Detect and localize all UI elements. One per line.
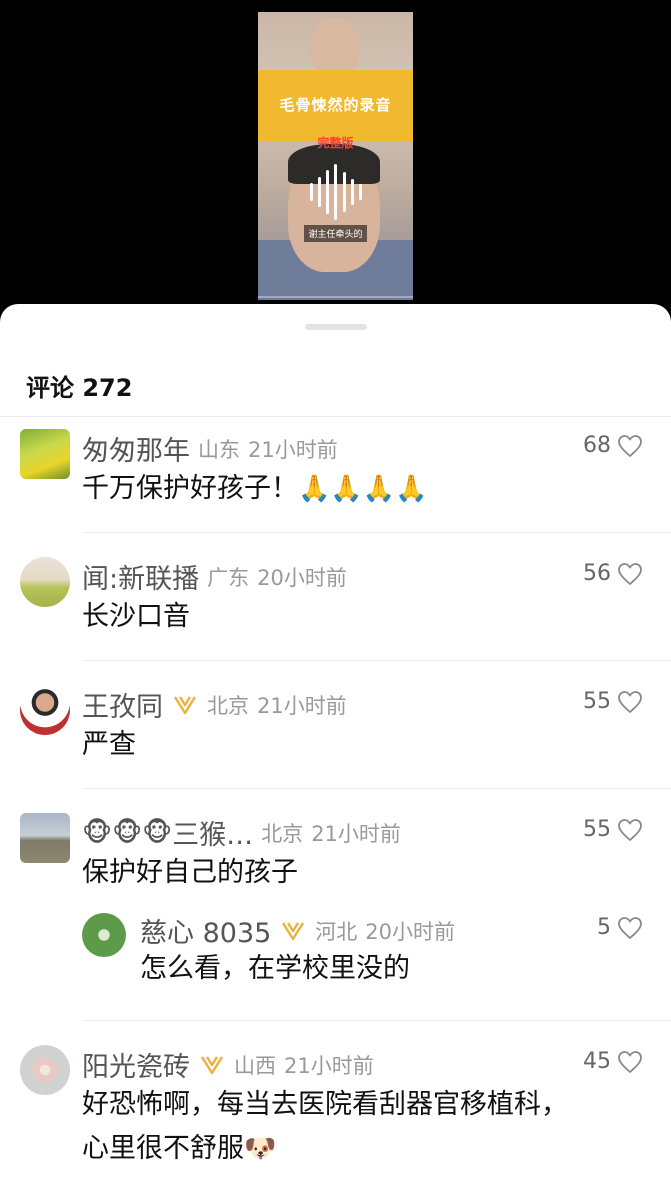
audio-wave-icon: [310, 162, 362, 222]
video-caption-wrap: 谢主任牵头的: [258, 222, 413, 242]
comment-sheet: 评论 272 匆匆那年 山东 21小时前 68 千万保护好孩子！🙏🙏🙏🙏 闻:新…: [0, 304, 671, 1199]
comment-text: 长沙口音: [82, 601, 190, 632]
comment-item[interactable]: 王孜同 北京 21小时前 55 严查: [0, 661, 671, 789]
comment-text-content: 千万保护好孩子！: [82, 473, 298, 504]
comment-text-line1: 好恐怖啊，每当去医院看刮器官移植科，: [82, 1089, 568, 1120]
location: 山东: [198, 437, 240, 462]
avatar[interactable]: [20, 685, 70, 735]
username[interactable]: 匆匆那年: [82, 429, 190, 468]
comment-meta: 匆匆那年 山东 21小时前: [82, 429, 338, 468]
comment-item[interactable]: 匆匆那年 山东 21小时前 68 千万保护好孩子！🙏🙏🙏🙏: [0, 417, 671, 533]
vip-badge-icon: [200, 1055, 224, 1074]
comment-item[interactable]: 闻:新联播 广东 20小时前 56 长沙口音: [0, 533, 671, 661]
video-subtitle: 完整版: [317, 136, 354, 150]
monkey-emoji-icon: 🐵🐵🐵: [82, 817, 173, 848]
pray-emoji-icon: 🙏🙏🙏🙏: [298, 474, 428, 504]
heart-icon[interactable]: [617, 1050, 643, 1074]
like-control[interactable]: 55: [583, 817, 643, 842]
timestamp: 21小时前: [248, 437, 338, 462]
location: 北京: [261, 821, 304, 846]
heart-icon[interactable]: [617, 916, 643, 940]
heart-icon[interactable]: [617, 562, 643, 586]
username[interactable]: 三猴…: [172, 813, 253, 852]
avatar[interactable]: [82, 913, 126, 957]
like-control[interactable]: 5: [597, 915, 643, 940]
sheet-drag-handle[interactable]: [305, 324, 367, 330]
like-control[interactable]: 68: [583, 433, 643, 458]
comment-meta: 阳光瓷砖 山西 21小时前: [82, 1045, 374, 1084]
location: 河北: [315, 919, 358, 944]
location: 北京: [207, 693, 249, 718]
video-area: 毛骨悚然的录音 完整版 谢主任牵头的: [0, 0, 671, 320]
comment-meta: 🐵🐵🐵 三猴… 北京 21小时前: [82, 813, 401, 852]
avatar[interactable]: [20, 813, 70, 863]
comment-list: 匆匆那年 山东 21小时前 68 千万保护好孩子！🙏🙏🙏🙏 闻:新联播 广东 2…: [0, 417, 671, 1199]
timestamp: 21小时前: [284, 1053, 374, 1078]
timestamp: 20小时前: [365, 919, 456, 944]
timestamp: 20小时前: [257, 565, 347, 590]
reply-meta: 慈心 8035 河北 20小时前: [140, 911, 455, 950]
video-face-top: [310, 18, 360, 76]
location: 山西: [234, 1053, 276, 1078]
comment-meta: 王孜同 北京 21小时前: [82, 685, 347, 724]
dog-emoji-icon: 🐶: [244, 1134, 277, 1164]
avatar[interactable]: [20, 557, 70, 607]
comment-text: 保护好自己的孩子: [82, 857, 298, 888]
heart-icon[interactable]: [617, 434, 643, 458]
comment-text-line2: 心里很不舒服🐶: [82, 1129, 276, 1169]
like-count: 45: [583, 1049, 611, 1074]
video-thumbnail[interactable]: 毛骨悚然的录音 完整版 谢主任牵头的: [258, 12, 413, 300]
comment-text: 严查: [82, 729, 136, 760]
video-progress-bar[interactable]: [258, 296, 413, 298]
timestamp: 21小时前: [311, 821, 401, 846]
comment-text: 千万保护好孩子！🙏🙏🙏🙏: [82, 469, 428, 509]
avatar[interactable]: [20, 429, 70, 479]
like-control[interactable]: 56: [583, 561, 643, 586]
location: 广东: [207, 565, 250, 590]
comment-item[interactable]: 🐵🐵🐵 三猴… 北京 21小时前 55 保护好自己的孩子 慈心 8035 河北 …: [0, 789, 671, 1021]
video-caption: 谢主任牵头的: [304, 225, 367, 242]
heart-icon[interactable]: [617, 818, 643, 842]
username[interactable]: 王孜同: [82, 685, 163, 724]
like-count: 55: [583, 817, 611, 842]
like-control[interactable]: 45: [583, 1049, 643, 1074]
comment-item[interactable]: 阳光瓷砖 山西 21小时前 45 好恐怖啊，每当去医院看刮器官移植科， 心里很不…: [0, 1021, 671, 1199]
comment-meta: 闻:新联播 广东 20小时前: [82, 557, 347, 596]
username[interactable]: 慈心 8035: [140, 911, 271, 950]
video-title: 毛骨悚然的录音: [279, 96, 392, 114]
vip-badge-icon: [173, 695, 197, 714]
like-count: 68: [583, 433, 611, 458]
heart-icon[interactable]: [617, 690, 643, 714]
timestamp: 21小时前: [257, 693, 347, 718]
username[interactable]: 闻:新联播: [82, 557, 199, 596]
like-count: 55: [583, 689, 611, 714]
avatar[interactable]: [20, 1045, 70, 1095]
video-title-banner: 毛骨悚然的录音: [258, 70, 413, 142]
like-count: 56: [583, 561, 611, 586]
like-count: 5: [597, 915, 611, 940]
comment-text-content: 心里很不舒服: [82, 1133, 244, 1164]
like-control[interactable]: 55: [583, 689, 643, 714]
username[interactable]: 阳光瓷砖: [82, 1045, 190, 1084]
vip-badge-icon: [282, 921, 305, 940]
reply-text: 怎么看，在学校里没的: [140, 953, 410, 984]
comments-count-title: 评论 272: [26, 374, 133, 402]
